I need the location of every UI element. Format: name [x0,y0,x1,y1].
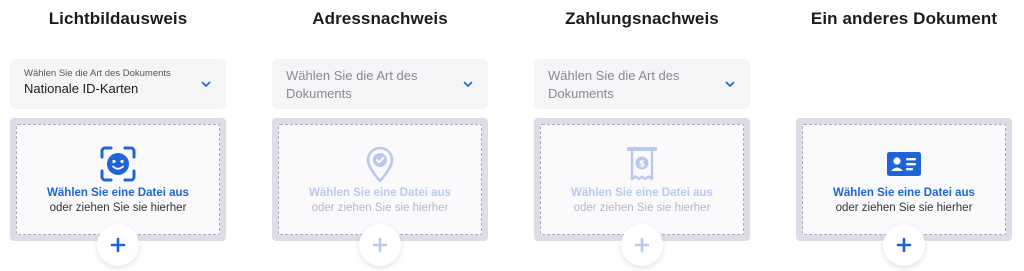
select-placeholder: Wählen Sie die Art des Dokuments [548,68,680,101]
column-title: Lichtbildausweis [48,9,188,28]
document-type-select[interactable]: Wählen Sie die Art des Dokuments [272,59,488,109]
select-placeholder: Wählen Sie die Art des Dokuments [286,68,418,101]
dropzone-secondary-text: oder ziehen Sie sie hierher [835,202,973,214]
document-type-select[interactable]: Wählen Sie die Art des Dokuments Nationa… [10,59,226,109]
dropzone-primary-text: Wählen Sie eine Datei aus [309,187,451,199]
add-file-button[interactable] [359,224,401,266]
file-dropzone[interactable]: Wählen Sie eine Datei aus oder ziehen Si… [10,118,226,241]
chevron-down-icon [201,81,211,87]
column-proof-of-payment: Zahlungsnachweis Wählen Sie die Art des … [534,0,750,271]
add-file-button[interactable] [621,224,663,266]
dropzone-secondary-text: oder ziehen Sie sie hierher [573,202,711,214]
svg-text:$: $ [639,160,645,170]
column-title: Ein anderes Dokument [810,9,998,28]
dropzone-primary-text: Wählen Sie eine Datei aus [571,187,713,199]
dropzone-area: Wählen Sie eine Datei aus oder ziehen Si… [278,124,482,235]
receipt-dollar-icon: $ [627,147,657,181]
face-scan-icon [100,146,136,182]
column-title: Adressnachweis [312,9,448,28]
add-file-button[interactable] [97,224,139,266]
file-dropzone[interactable]: Wählen Sie eine Datei aus oder ziehen Si… [796,118,1012,241]
dropzone-area: Wählen Sie eine Datei aus oder ziehen Si… [802,124,1006,235]
column-other-document: Ein anderes Dokument Wählen Sie eine Dat… [796,0,1012,271]
add-file-button[interactable] [883,224,925,266]
plus-icon [634,237,650,253]
column-photo-id: Lichtbildausweis Wählen Sie die Art des … [10,0,226,271]
plus-icon [896,237,912,253]
chevron-down-icon [725,81,735,87]
column-proof-of-address: Adressnachweis Wählen Sie die Art des Do… [272,0,488,271]
column-title: Zahlungsnachweis [565,9,719,28]
plus-icon [110,237,126,253]
file-dropzone[interactable]: $ Wählen Sie eine Datei aus oder ziehen … [534,118,750,241]
select-value: Nationale ID-Karten [24,81,139,96]
document-upload-page: Lichtbildausweis Wählen Sie die Art des … [0,0,1024,271]
dropzone-area: $ Wählen Sie eine Datei aus oder ziehen … [540,124,744,235]
document-type-select[interactable]: Wählen Sie die Art des Dokuments [534,59,750,109]
select-label: Wählen Sie die Art des Dokuments [24,68,171,79]
dropzone-primary-text: Wählen Sie eine Datei aus [833,187,975,199]
dropzone-primary-text: Wählen Sie eine Datei aus [47,187,189,199]
chevron-down-icon [463,81,473,87]
file-dropzone[interactable]: Wählen Sie eine Datei aus oder ziehen Si… [272,118,488,241]
location-check-icon [366,146,394,183]
dropzone-area: Wählen Sie eine Datei aus oder ziehen Si… [16,124,220,235]
dropzone-secondary-text: oder ziehen Sie sie hierher [49,202,187,214]
dropzone-secondary-text: oder ziehen Sie sie hierher [311,202,449,214]
id-card-icon [887,152,921,176]
plus-icon [372,237,388,253]
